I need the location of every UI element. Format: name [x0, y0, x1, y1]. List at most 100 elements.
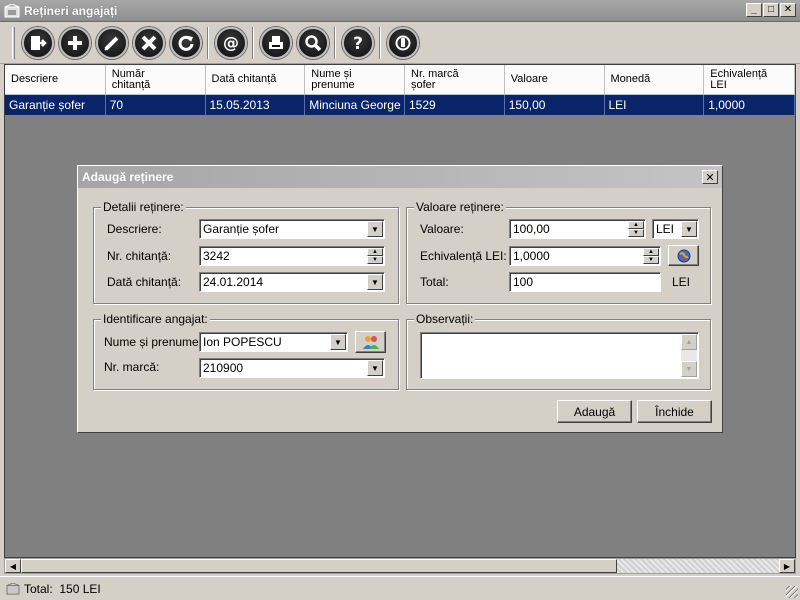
valoare-spin-buttons[interactable]: ▲ ▼	[628, 221, 644, 237]
minimize-icon: _	[751, 4, 757, 15]
table-cell[interactable]: LEI	[605, 95, 705, 115]
employee-lookup-button[interactable]	[355, 331, 386, 353]
date-picker[interactable]: 24.01.2014 ▼	[199, 272, 385, 292]
email-button[interactable]: @	[214, 26, 247, 59]
close-dialog-button[interactable]: Închide	[637, 400, 712, 423]
descriere-value: Garanție șofer	[203, 222, 280, 236]
marca-dropdown-button[interactable]: ▼	[367, 360, 383, 376]
table-cell[interactable]: Garanție șofer	[5, 95, 106, 115]
details-group: Detalii reținere: Descriere: Garanție șo…	[93, 200, 399, 304]
spin-down-icon[interactable]: ▼	[628, 229, 644, 237]
scroll-right-button[interactable]: ▶	[779, 559, 795, 573]
spin-down-icon[interactable]: ▼	[643, 256, 659, 264]
statusbar: Total: 150 LEI	[0, 576, 800, 600]
exchange-rate-button[interactable]	[668, 245, 699, 266]
table-cell[interactable]: 15.05.2013	[206, 95, 306, 115]
column-header[interactable]: Număr chitanță	[105, 65, 206, 94]
notes-textarea[interactable]: ▲ ▼	[420, 332, 699, 379]
app-icon	[4, 3, 20, 17]
table-cell[interactable]: 1529	[405, 95, 505, 115]
spin-up-icon[interactable]: ▲	[367, 248, 383, 256]
nume-select[interactable]: Ion POPESCU ▼	[199, 332, 348, 352]
power-button[interactable]	[386, 26, 419, 59]
notes-legend: Observații:	[414, 312, 476, 326]
email-icon: @	[223, 33, 239, 52]
resize-grip[interactable]	[786, 586, 798, 598]
spin-down-icon[interactable]: ▼	[367, 256, 383, 264]
value-legend: Valoare reținere:	[414, 200, 506, 214]
table-cell[interactable]: 150,00	[505, 95, 605, 115]
currency-dropdown-button[interactable]: ▼	[681, 221, 697, 237]
echivalenta-spinner[interactable]: 1,0000 ▲ ▼	[509, 246, 661, 266]
column-header[interactable]: Nr. marcă șofer	[405, 65, 505, 94]
column-header[interactable]: Valoare	[504, 65, 605, 94]
add-button[interactable]	[58, 26, 91, 59]
table-cell[interactable]: 1,0000	[704, 95, 796, 115]
total-field[interactable]: 100	[509, 272, 661, 292]
arrow-left-icon: ◀	[9, 561, 17, 571]
close-icon: ✕	[705, 171, 715, 184]
currency-value: LEI	[656, 222, 675, 236]
refresh-button[interactable]	[169, 26, 202, 59]
scroll-up-button[interactable]: ▲	[681, 334, 697, 350]
scroll-track[interactable]	[617, 559, 779, 573]
echivalenta-spin-buttons[interactable]: ▲ ▼	[643, 248, 659, 264]
delete-button[interactable]	[132, 26, 165, 59]
spin-up-icon[interactable]: ▲	[628, 221, 644, 229]
descriere-select[interactable]: Garanție șofer ▼	[199, 219, 385, 239]
maximize-button[interactable]: □	[763, 3, 779, 17]
print-icon	[268, 35, 283, 49]
valoare-spinner[interactable]: 100,00 ▲ ▼	[509, 219, 646, 239]
marca-label: Nr. marcă:	[104, 360, 160, 374]
employee-legend: Identificare angajat:	[101, 312, 210, 326]
notes-scrollbar[interactable]: ▲ ▼	[681, 334, 697, 377]
close-icon: ✕	[783, 4, 793, 15]
add-deduction-dialog: Adaugă reținere ✕ Detalii reținere: Desc…	[77, 165, 723, 433]
svg-text:@: @	[223, 33, 239, 52]
notes-group: Observații: ▲ ▼	[406, 312, 711, 390]
chitanta-spinner[interactable]: 3242 ▲ ▼	[199, 246, 385, 266]
dialog-title: Adaugă reținere	[82, 170, 174, 184]
exit-button[interactable]	[21, 26, 54, 59]
chevron-down-icon: ▼	[685, 224, 693, 234]
chevron-down-icon: ▼	[334, 337, 342, 347]
dialog-close-button[interactable]: ✕	[702, 170, 718, 184]
edit-icon	[103, 36, 118, 51]
column-header[interactable]: Monedă	[604, 65, 705, 94]
arrow-up-icon: ▲	[685, 338, 693, 346]
exit-icon	[30, 35, 47, 50]
table-cell[interactable]: 70	[106, 95, 206, 115]
toolbar: @ ?	[0, 22, 800, 64]
column-header[interactable]: Dată chitanță	[205, 65, 306, 94]
chitanta-spin-buttons[interactable]: ▲ ▼	[367, 248, 383, 264]
table-row[interactable]: Garanție șofer 70 15.05.2013 Minciuna Ge…	[5, 95, 796, 115]
chevron-down-icon: ▼	[371, 277, 379, 287]
date-dropdown-button[interactable]: ▼	[367, 274, 383, 290]
dialog-titlebar: Adaugă reținere	[78, 166, 722, 188]
toolbar-grip[interactable]	[12, 26, 15, 59]
minimize-button[interactable]: _	[746, 3, 762, 17]
scroll-down-button[interactable]: ▼	[681, 361, 697, 377]
descriere-dropdown-button[interactable]: ▼	[367, 221, 383, 237]
scroll-left-button[interactable]: ◀	[5, 559, 21, 573]
help-icon: ?	[353, 34, 363, 53]
currency-select[interactable]: LEI ▼	[652, 219, 699, 239]
table-cell[interactable]: Minciuna George	[305, 95, 405, 115]
column-header[interactable]: Nume și prenume	[305, 65, 405, 94]
add-button[interactable]: Adaugă	[557, 400, 632, 423]
print-button[interactable]	[259, 26, 292, 59]
total-value: 100	[513, 275, 534, 289]
nume-dropdown-button[interactable]: ▼	[330, 334, 346, 350]
close-button[interactable]: ✕	[780, 3, 796, 17]
nume-label: Nume și prenume:	[104, 335, 203, 349]
spin-up-icon[interactable]: ▲	[643, 248, 659, 256]
column-header[interactable]: Echivalență LEI	[704, 65, 796, 94]
marca-select[interactable]: 210900 ▼	[199, 358, 385, 378]
search-button[interactable]	[296, 26, 329, 59]
column-header[interactable]: Descriere	[5, 65, 106, 94]
edit-button[interactable]	[95, 26, 128, 59]
nume-value: Ion POPESCU	[203, 335, 282, 349]
help-button[interactable]: ?	[341, 26, 374, 59]
scroll-thumb[interactable]	[21, 559, 617, 573]
horizontal-scrollbar[interactable]: ◀ ▶	[4, 558, 796, 574]
